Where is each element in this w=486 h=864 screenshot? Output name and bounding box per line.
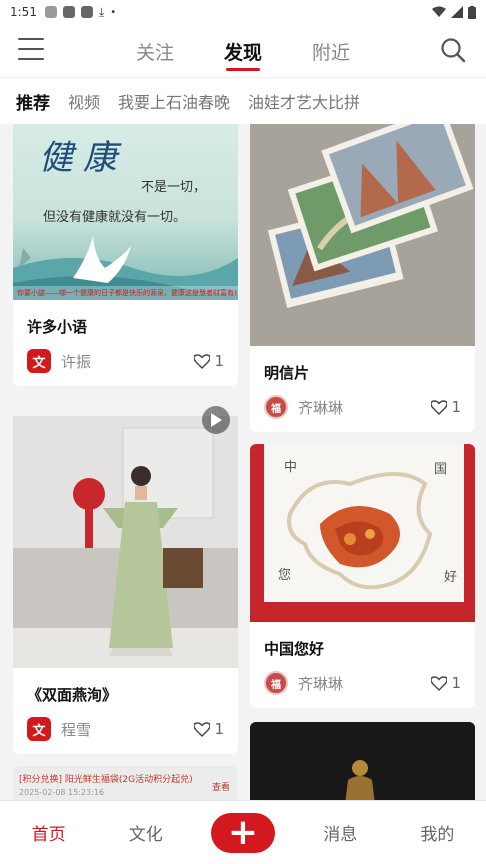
like-count: 1 (451, 674, 461, 692)
like-count: 1 (214, 352, 224, 370)
card-image (250, 722, 475, 800)
avatar[interactable]: 福 (264, 395, 288, 419)
play-icon (211, 413, 222, 427)
notification-icon (62, 6, 75, 18)
subtab-recommend[interactable]: 推荐 (16, 89, 50, 114)
notification-icon (44, 6, 57, 18)
card-title: 中国您好 (264, 640, 325, 658)
card-title: 许多小语 (27, 318, 88, 336)
add-post-button[interactable]: + (211, 812, 275, 853)
like-button[interactable]: 1 (194, 720, 224, 738)
feed-card[interactable]: 《双面燕洵》 文 程雪 1 (13, 398, 238, 754)
postcards-image (250, 124, 475, 346)
image-text: [积分兑换] 阳光鲜生福袋(2G活动积分起兑) (19, 775, 193, 785)
dot-icon: • (110, 6, 117, 18)
card-image (13, 398, 238, 668)
image-banner: 你要小腿——哪一个健康的日子都是快乐的源泉，健康这是慧者财富有！ (13, 286, 238, 300)
card-image (250, 124, 475, 346)
author-name[interactable]: 齐琳琳 (298, 397, 343, 418)
top-header: 关注 发现 附近 (0, 24, 486, 78)
subtab-oil-gala[interactable]: 我要上石油春晚 (118, 89, 230, 113)
avatar[interactable]: 文 (27, 717, 51, 741)
card-title: 《双面燕洵》 (27, 686, 118, 704)
feed-card[interactable]: [积分兑换] 阳光鲜生福袋(2G活动积分起兑) 2025-02-08 15:23… (13, 766, 238, 800)
image-text: 好 (444, 570, 458, 585)
category-tabs: 推荐 视频 我要上石油春晚 油娃才艺大比拼 (0, 78, 486, 124)
avatar[interactable]: 文 (27, 349, 51, 373)
image-text: 国 (434, 462, 448, 477)
dance-image (13, 398, 238, 668)
heart-icon (431, 675, 448, 691)
heart-icon (194, 721, 211, 737)
nav-home[interactable]: 首页 (0, 820, 97, 845)
avatar[interactable]: 福 (264, 671, 288, 695)
notification-icon (80, 6, 93, 18)
like-button[interactable]: 1 (431, 398, 461, 416)
figurine-image (250, 722, 475, 800)
nav-add-wrapper: + (194, 812, 291, 853)
feed-card[interactable]: 中 国 您 好 中国您好 福 齐琳琳 1 (250, 444, 475, 708)
card-image: [积分兑换] 阳光鲜生福袋(2G活动积分起兑) 2025-02-08 15:23… (13, 766, 238, 800)
tab-follow[interactable]: 关注 (134, 38, 176, 65)
status-time: 1:51 (10, 5, 37, 19)
tab-nearby[interactable]: 附近 (310, 38, 352, 65)
play-button[interactable] (202, 406, 230, 434)
nav-mine[interactable]: 我的 (389, 820, 486, 845)
card-image: 健康 不是一切， 但没有健康就没有一切。 你要小腿——哪一个健康的日子都是快乐的… (13, 124, 238, 300)
top-tabs: 关注 发现 附近 (0, 24, 486, 78)
image-text: 2025-02-08 15:23:16 (19, 788, 104, 797)
feed-card[interactable]: 明信片 福 齐琳琳 1 (250, 124, 475, 432)
like-count: 1 (214, 720, 224, 738)
download-icon: ⤓ (98, 4, 105, 19)
author-name[interactable]: 齐琳琳 (298, 673, 343, 694)
battery-icon (468, 5, 476, 19)
like-button[interactable]: 1 (194, 352, 224, 370)
tab-discover[interactable]: 发现 (222, 38, 264, 71)
author-name[interactable]: 程雪 (61, 719, 91, 740)
heart-icon (194, 353, 211, 369)
card-image: 中 国 您 好 (250, 444, 475, 622)
heart-icon (431, 399, 448, 415)
signal-icon (451, 6, 463, 18)
seagull-image (13, 236, 238, 300)
like-button[interactable]: 1 (431, 674, 461, 692)
feed-card[interactable]: 健康 不是一切， 但没有健康就没有一切。 你要小腿——哪一个健康的日子都是快乐的… (13, 124, 238, 386)
nav-messages[interactable]: 消息 (292, 820, 389, 845)
image-text: 查看 (211, 783, 230, 793)
card-meta: 文 许振 1 (27, 348, 224, 374)
feed: 健康 不是一切， 但没有健康就没有一切。 你要小腿——哪一个健康的日子都是快乐的… (0, 124, 486, 800)
card-title: 明信片 (264, 364, 310, 382)
subtab-video[interactable]: 视频 (68, 89, 100, 113)
author-name[interactable]: 许振 (61, 351, 91, 372)
card-meta: 福 齐琳琳 1 (264, 670, 461, 696)
feed-card[interactable] (250, 722, 475, 800)
search-icon[interactable] (440, 37, 466, 63)
wifi-icon (432, 6, 446, 17)
like-count: 1 (451, 398, 461, 416)
card-meta: 福 齐琳琳 1 (264, 394, 461, 420)
status-bar: 1:51 ⤓ • (0, 0, 486, 24)
image-text: 您 (278, 568, 292, 583)
subtab-kids-talent[interactable]: 油娃才艺大比拼 (248, 89, 360, 113)
nav-culture[interactable]: 文化 (97, 820, 194, 845)
bottom-nav: 首页 文化 + 消息 我的 (0, 800, 486, 864)
image-text: 中 (284, 460, 298, 475)
card-meta: 文 程雪 1 (27, 716, 224, 742)
